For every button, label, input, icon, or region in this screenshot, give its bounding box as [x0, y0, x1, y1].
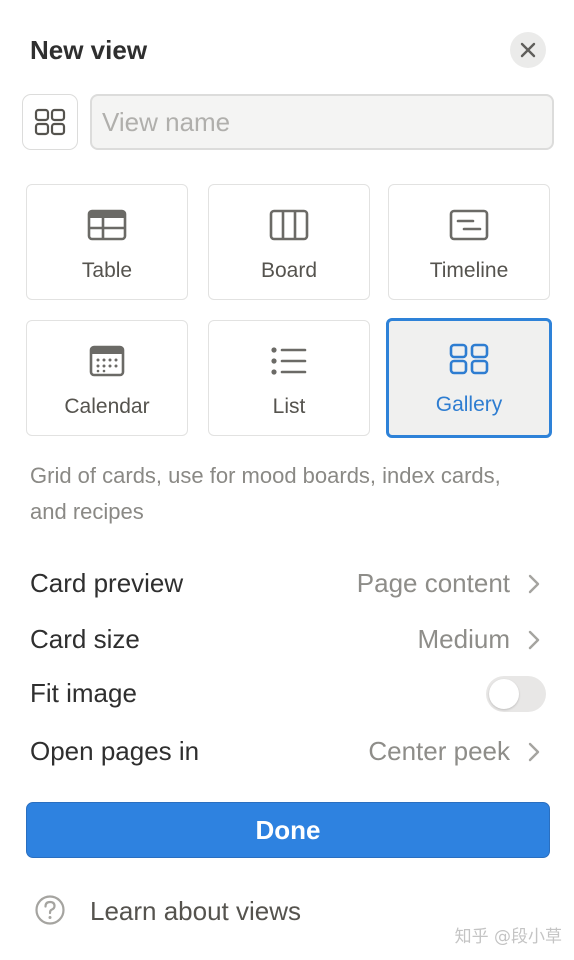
- watermark: 知乎 @段小草: [454, 927, 562, 947]
- timeline-icon: [449, 209, 489, 241]
- setting-card-preview[interactable]: Card preview Page content: [30, 562, 544, 602]
- layout-label: Board: [260, 259, 318, 282]
- setting-label: Card size: [30, 624, 140, 654]
- view-name-row: [22, 94, 554, 150]
- layout-description: Grid of cards, use for mood boards, inde…: [30, 463, 501, 524]
- setting-label: Fit image: [30, 678, 137, 708]
- layout-label: Timeline: [429, 259, 509, 282]
- help-icon: [35, 895, 65, 925]
- layout-option-table[interactable]: Table: [26, 184, 188, 300]
- header: New view: [30, 32, 546, 68]
- layout-label: Calendar: [64, 395, 150, 418]
- layout-option-gallery[interactable]: Gallery: [386, 318, 552, 438]
- layout-option-timeline[interactable]: Timeline: [388, 184, 550, 300]
- setting-label: Card preview: [30, 568, 184, 598]
- chevron-right-icon: [528, 742, 540, 762]
- layout-label: List: [272, 395, 306, 418]
- view-name-input[interactable]: [90, 94, 554, 150]
- layout-label: Table: [81, 259, 133, 282]
- done-button[interactable]: Done: [26, 802, 550, 858]
- setting-card-size[interactable]: Card size Medium: [30, 618, 544, 658]
- setting-fit-image: Fit image: [30, 676, 546, 716]
- setting-label: Open pages in: [30, 736, 200, 766]
- learn-label: Learn about views: [90, 896, 302, 926]
- layout-option-calendar[interactable]: Calendar: [26, 320, 188, 436]
- toggle-knob: [489, 679, 519, 709]
- table-icon: [87, 209, 127, 241]
- fit-image-toggle[interactable]: [486, 676, 546, 712]
- board-icon: [269, 209, 309, 241]
- setting-open-pages-in[interactable]: Open pages in Center peek: [30, 730, 544, 770]
- setting-value: Page content: [356, 568, 510, 598]
- gallery-icon: [449, 343, 489, 375]
- layout-option-board[interactable]: Board: [208, 184, 370, 300]
- setting-value: Medium: [417, 624, 510, 654]
- layout-label: Gallery: [435, 393, 503, 416]
- dialog-title: New view: [30, 35, 148, 65]
- chevron-right-icon: [528, 574, 540, 594]
- chevron-right-icon: [528, 630, 540, 650]
- calendar-icon: [89, 345, 125, 377]
- gallery-grid-icon: [34, 108, 66, 136]
- setting-value: Center peek: [368, 736, 510, 766]
- list-icon: [271, 347, 307, 375]
- close-icon: [520, 42, 536, 58]
- view-icon-picker[interactable]: [22, 94, 78, 150]
- layout-option-list[interactable]: List: [208, 320, 370, 436]
- close-button[interactable]: [510, 32, 546, 68]
